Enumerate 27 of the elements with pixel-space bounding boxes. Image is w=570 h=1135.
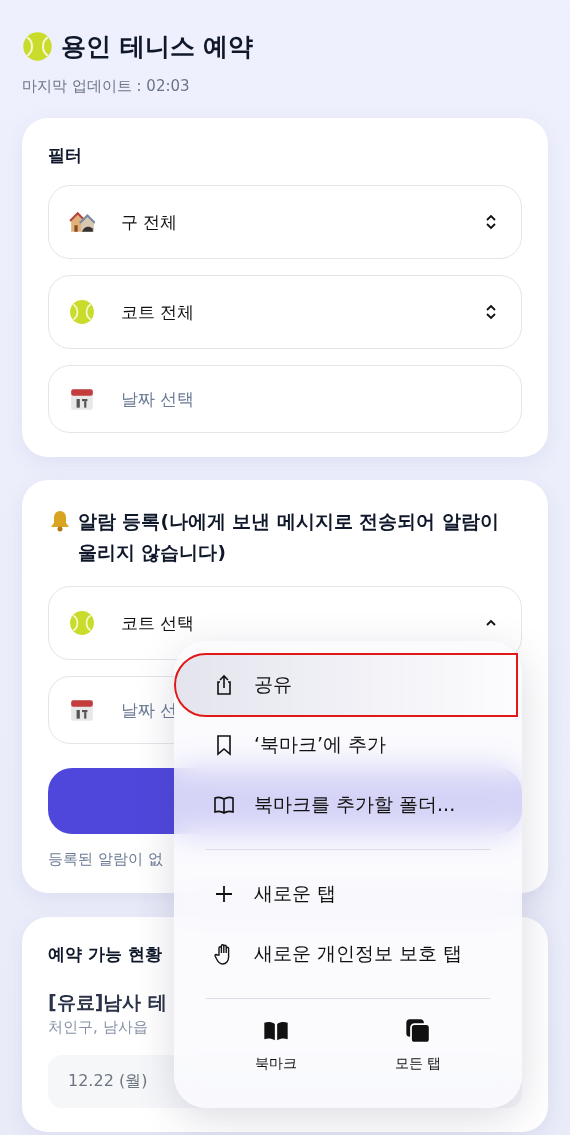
menu-item[interactable]: 새로운 탭 bbox=[186, 864, 510, 924]
menu-item[interactable]: 공유 bbox=[176, 655, 516, 715]
page-title: 용인 테니스 예약 bbox=[61, 31, 254, 63]
tabs-icon bbox=[403, 1017, 432, 1045]
card-title: 알람 등록(나에게 보낸 메시지로 전송되어 알람이 울리지 않습니다) bbox=[78, 510, 500, 565]
date-field[interactable]: 날짜 선택 bbox=[48, 365, 522, 433]
tennis-ball-icon bbox=[69, 299, 95, 325]
bell-icon bbox=[48, 509, 72, 533]
court-name: [유료]남사 테 bbox=[48, 990, 167, 1015]
tennis-ball-icon bbox=[69, 610, 95, 636]
select-field[interactable]: 구 전체 bbox=[48, 185, 522, 259]
houses-icon bbox=[69, 209, 95, 235]
empty-alarm-text: 등록된 알람이 없 bbox=[48, 850, 163, 869]
calendar-icon bbox=[69, 386, 95, 412]
select-field[interactable]: 코트 전체 bbox=[48, 275, 522, 349]
card-title: 예약 가능 현황 bbox=[48, 943, 162, 966]
tennis-ball-icon bbox=[22, 31, 53, 62]
last-updated-text: 마지막 업데이트 : 02:03 bbox=[22, 77, 191, 96]
date-text: 12.22 (월) bbox=[68, 1071, 148, 1090]
menu-item[interactable]: ‘북마크’에 추가 bbox=[186, 715, 510, 775]
menu-item[interactable]: 새로운 개인정보 보호 탭 bbox=[186, 924, 510, 984]
calendar-icon bbox=[69, 697, 95, 723]
card-title: 필터 bbox=[48, 144, 82, 167]
menu-bottom-button[interactable]: 북마크 bbox=[254, 1017, 297, 1073]
menu-bottom-button[interactable]: 모든 탭 bbox=[394, 1017, 442, 1073]
menu-item[interactable]: 북마크를 추가할 폴더... bbox=[186, 775, 510, 835]
court-location: 처인구, 남사읍 bbox=[48, 1018, 148, 1037]
